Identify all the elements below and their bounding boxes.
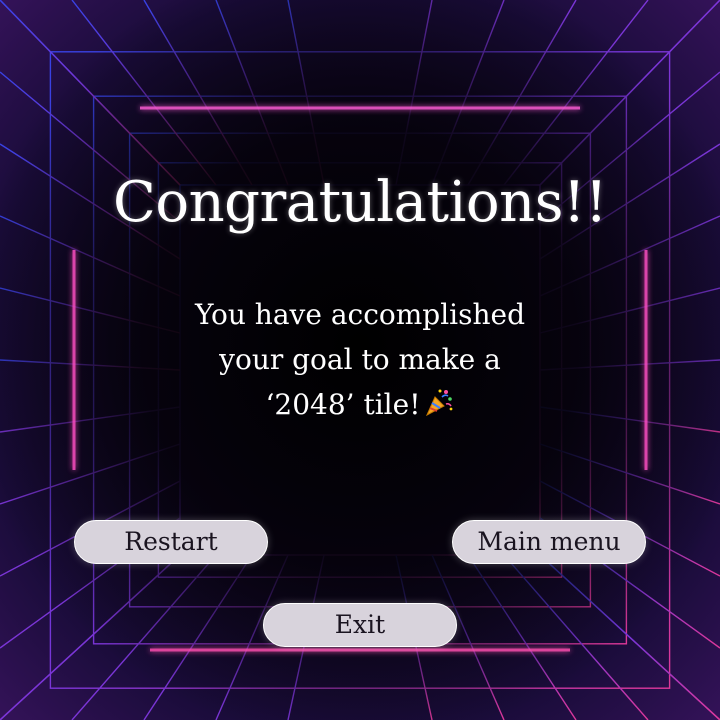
win-message: You have accomplished your goal to make … bbox=[160, 292, 560, 430]
exit-button[interactable]: Exit bbox=[263, 603, 457, 647]
message-line-3-text: ‘2048’ tile! bbox=[265, 388, 421, 421]
message-line-3: ‘2048’ tile! bbox=[160, 382, 560, 430]
message-line-1: You have accomplished bbox=[194, 298, 526, 331]
game-over-screen: Congratulations!! You have accomplished … bbox=[0, 0, 720, 720]
restart-button[interactable]: Restart bbox=[74, 520, 268, 564]
main-menu-button[interactable]: Main menu bbox=[452, 520, 646, 564]
congratulations-title: Congratulations!! bbox=[113, 170, 607, 235]
message-line-2: your goal to make a bbox=[219, 343, 501, 376]
party-popper-icon bbox=[424, 385, 454, 430]
